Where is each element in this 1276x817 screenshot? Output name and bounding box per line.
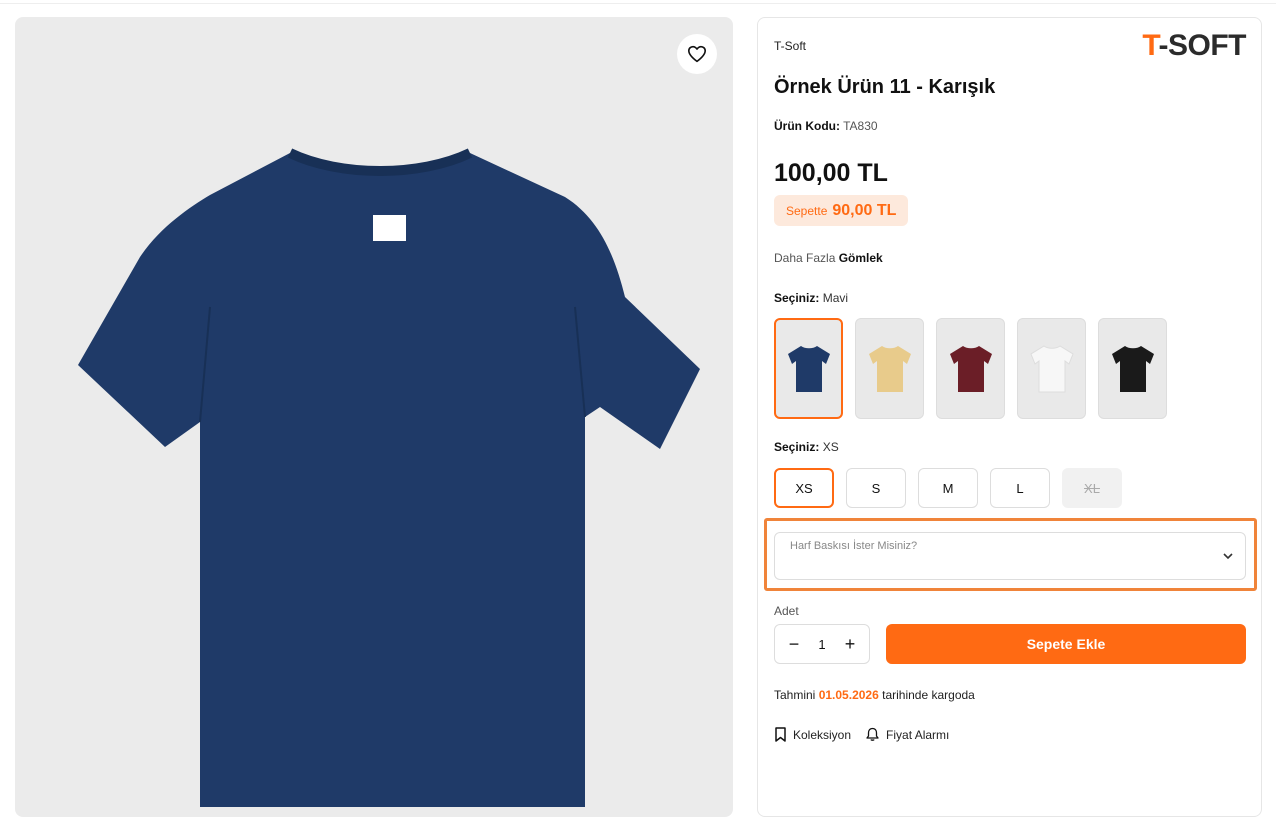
chevron-down-icon <box>1223 553 1233 560</box>
size-option-l[interactable]: L <box>990 468 1050 508</box>
product-code-value: TA830 <box>843 119 878 133</box>
favorite-button[interactable] <box>677 34 717 74</box>
color-select-label: Seçiniz: Mavi <box>774 291 848 305</box>
product-code-label: Ürün Kodu: <box>774 119 840 133</box>
more-category-link[interactable]: Gömlek <box>839 251 883 265</box>
tshirt-thumbnail <box>949 345 992 392</box>
more-prefix: Daha Fazla <box>774 251 836 265</box>
price-alarm-link[interactable]: Fiyat Alarmı <box>865 727 949 742</box>
product-image <box>78 148 700 807</box>
product-price: 100,00 TL <box>774 159 888 187</box>
size-options: XS S M L XL <box>774 468 1122 508</box>
cart-price-label: Sepette <box>786 203 828 218</box>
shipping-suffix: tarihinde kargoda <box>882 688 975 702</box>
color-swatch-bordo[interactable] <box>936 318 1005 419</box>
tshirt-thumbnail <box>1111 345 1154 392</box>
product-title: Örnek Ürün 11 - Karışık <box>774 76 996 98</box>
product-actions: Koleksiyon Fiyat Alarmı <box>774 727 949 742</box>
top-divider <box>0 0 1276 4</box>
bell-icon <box>866 727 879 741</box>
color-label-prefix: Seçiniz: <box>774 291 820 305</box>
size-label-prefix: Seçiniz: <box>774 440 820 454</box>
color-selected-value: Mavi <box>822 291 849 305</box>
letter-print-placeholder: Harf Baskısı İster Misiniz? <box>790 540 918 552</box>
tshirt-thumbnail <box>868 345 911 392</box>
tshirt-thumbnail <box>1029 344 1074 392</box>
product-info-panel: T-Soft T-SOFT Örnek Ürün 11 - Karışık Ür… <box>757 17 1262 817</box>
quantity-increase-button[interactable]: + <box>841 634 859 655</box>
size-option-xs[interactable]: XS <box>774 468 834 508</box>
bookmark-icon <box>775 727 786 742</box>
quantity-label: Adet <box>774 604 799 618</box>
size-select-label: Seçiniz: XS <box>774 440 839 454</box>
color-swatches <box>774 318 1167 419</box>
shipping-prefix: Tahmini <box>774 688 816 702</box>
quantity-stepper: − 1 + <box>774 624 870 664</box>
cart-price-badge: Sepette 90,00 TL <box>774 195 909 226</box>
tshirt-thumbnail <box>787 345 830 392</box>
heart-icon <box>687 45 706 63</box>
color-swatch-mavi[interactable] <box>774 318 843 419</box>
add-to-cart-button[interactable]: Sepete Ekle <box>886 624 1246 664</box>
price-alarm-label: Fiyat Alarmı <box>886 727 950 742</box>
cart-price-value: 90,00 TL <box>832 201 897 219</box>
shipping-date: 01.05.2026 <box>818 688 879 702</box>
letter-print-dropdown[interactable]: Harf Baskısı İster Misiniz? <box>774 532 1246 580</box>
size-selected-value: XS <box>822 440 839 454</box>
logo-text: -SOFT <box>1158 29 1247 62</box>
logo-accent: T <box>1142 29 1159 62</box>
color-swatch-beyaz[interactable] <box>1017 318 1086 419</box>
quantity-decrease-button[interactable]: − <box>785 634 803 655</box>
brand-logo[interactable]: T-SOFT <box>1142 29 1246 63</box>
collection-label: Koleksiyon <box>793 727 852 742</box>
product-gallery[interactable] <box>15 17 733 817</box>
product-code: Ürün Kodu: TA830 <box>774 119 878 133</box>
shipping-estimate: Tahmini 01.05.2026 tarihinde kargoda <box>774 688 975 702</box>
size-option-m[interactable]: M <box>918 468 978 508</box>
brand-name[interactable]: T-Soft <box>774 39 806 53</box>
size-option-xl: XL <box>1062 468 1122 508</box>
collection-link[interactable]: Koleksiyon <box>774 727 851 742</box>
more-category[interactable]: Daha Fazla Gömlek <box>774 251 883 265</box>
quantity-value[interactable]: 1 <box>818 637 825 652</box>
size-option-s[interactable]: S <box>846 468 906 508</box>
color-swatch-sari[interactable] <box>855 318 924 419</box>
color-swatch-siyah[interactable] <box>1098 318 1167 419</box>
